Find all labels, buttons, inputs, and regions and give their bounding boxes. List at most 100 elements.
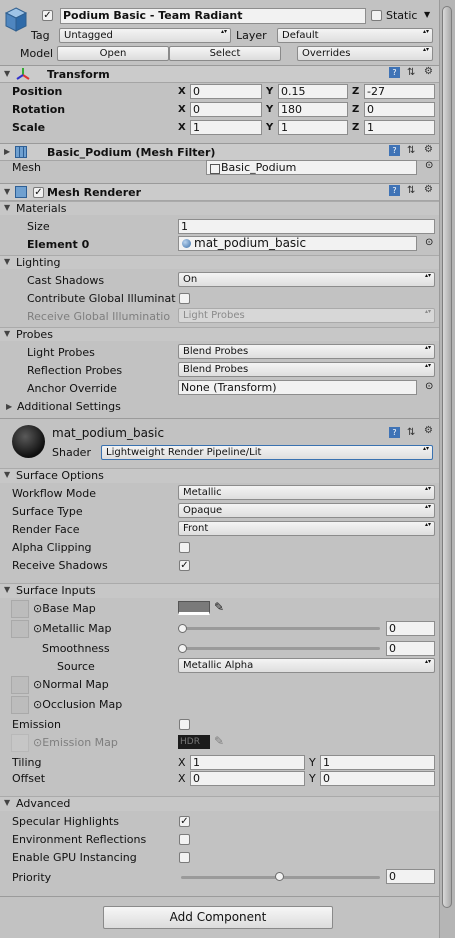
mesh-renderer-enabled-checkbox[interactable]: ✓ <box>33 187 44 198</box>
size-field[interactable]: 1 <box>178 219 435 234</box>
environment-reflections-label: Environment Reflections <box>12 833 147 846</box>
priority-value-field[interactable]: 0 <box>386 869 435 884</box>
occlusion-map-slot[interactable] <box>11 696 29 714</box>
mesh-label: Mesh <box>12 161 41 174</box>
fold-arrow-icon[interactable]: ▼ <box>4 329 10 338</box>
probes-foldout[interactable]: ▼ Probes <box>0 327 439 341</box>
additional-settings-fold-icon[interactable]: ▶ <box>6 402 12 411</box>
render-face-dropdown[interactable]: Front <box>178 521 435 536</box>
offset-x-field[interactable]: 0 <box>190 771 305 786</box>
eyedropper-icon[interactable]: ✎ <box>214 600 224 614</box>
gpu-instancing-checkbox[interactable] <box>179 852 190 863</box>
object-name-field[interactable]: Podium Basic - Team Radiant <box>60 8 366 24</box>
fold-arrow-icon[interactable]: ▼ <box>4 257 10 266</box>
select-button[interactable]: Select <box>169 46 281 61</box>
mesh-field[interactable]: Basic_Podium <box>206 160 417 175</box>
light-probes-dropdown[interactable]: Blend Probes <box>178 344 435 359</box>
surface-type-dropdown[interactable]: Opaque <box>178 503 435 518</box>
mesh-filter-header[interactable]: ▶ Basic_Podium (Mesh Filter) ? ⇅ ⚙ <box>0 143 439 161</box>
settings-gear-icon[interactable]: ⚙ <box>424 184 433 195</box>
settings-gear-icon[interactable]: ⚙ <box>424 66 433 77</box>
anchor-override-field[interactable]: None (Transform) <box>178 380 417 395</box>
object-picker-icon[interactable]: ⊙ <box>425 160 433 171</box>
preset-icon[interactable]: ⇅ <box>407 145 415 156</box>
tiling-y-field[interactable]: 1 <box>320 755 435 770</box>
fold-arrow-icon[interactable]: ▼ <box>4 470 10 479</box>
alpha-clipping-checkbox[interactable] <box>179 542 190 553</box>
surface-inputs-foldout[interactable]: ▼ Surface Inputs <box>0 583 439 598</box>
workflow-mode-dropdown[interactable]: Metallic <box>178 485 435 500</box>
static-dropdown-arrow-icon[interactable]: ▼ <box>424 10 430 19</box>
contribute-gi-checkbox[interactable] <box>179 293 190 304</box>
reflection-probes-dropdown[interactable]: Blend Probes <box>178 362 435 377</box>
open-button[interactable]: Open <box>57 46 169 61</box>
tiling-x-field[interactable]: 1 <box>190 755 305 770</box>
object-picker-icon[interactable]: ⊙ <box>425 381 433 392</box>
tag-label: Tag <box>31 29 50 42</box>
fold-arrow-icon[interactable]: ▼ <box>4 798 10 807</box>
scrollbar-thumb[interactable] <box>442 6 452 908</box>
settings-gear-icon[interactable]: ⚙ <box>424 425 433 436</box>
base-map-slot[interactable] <box>11 600 29 618</box>
fold-arrow-icon[interactable]: ▼ <box>4 69 10 78</box>
position-z-field[interactable]: -27 <box>364 84 435 99</box>
settings-gear-icon[interactable]: ⚙ <box>424 144 433 155</box>
emission-checkbox[interactable] <box>179 719 190 730</box>
position-x-field[interactable]: 0 <box>190 84 262 99</box>
environment-reflections-checkbox[interactable] <box>179 834 190 845</box>
fold-arrow-icon[interactable]: ▼ <box>4 203 10 212</box>
tiling-y-axis-label: Y <box>309 756 316 769</box>
mesh-renderer-header[interactable]: ▼ ✓ Mesh Renderer ? ⇅ ⚙ <box>0 183 439 201</box>
metallic-value-field[interactable]: 0 <box>386 621 435 636</box>
fold-arrow-icon[interactable]: ▶ <box>4 147 10 156</box>
rotation-x-field[interactable]: 0 <box>190 102 262 117</box>
preset-icon[interactable]: ⇅ <box>407 427 415 438</box>
shader-dropdown[interactable]: Lightweight Render Pipeline/Lit <box>101 445 433 460</box>
preset-icon[interactable]: ⇅ <box>407 67 415 78</box>
scale-z-field[interactable]: 1 <box>364 120 435 135</box>
fold-arrow-icon[interactable]: ▼ <box>4 585 10 594</box>
scale-x-field[interactable]: 1 <box>190 120 262 135</box>
normal-map-slot[interactable] <box>11 676 29 694</box>
overrides-dropdown[interactable]: Overrides <box>297 46 433 61</box>
metallic-slider-thumb[interactable] <box>178 624 187 633</box>
specular-highlights-checkbox[interactable]: ✓ <box>179 816 190 827</box>
preset-icon[interactable]: ⇅ <box>407 185 415 196</box>
position-y-field[interactable]: 0.15 <box>278 84 348 99</box>
surface-type-label: Surface Type <box>12 505 83 518</box>
offset-y-field[interactable]: 0 <box>320 771 435 786</box>
help-icon[interactable]: ? <box>389 145 400 156</box>
materials-foldout[interactable]: ▼ Materials <box>0 201 439 215</box>
base-color-swatch[interactable] <box>178 601 210 615</box>
additional-settings-label[interactable]: Additional Settings <box>17 400 121 413</box>
smoothness-slider-thumb[interactable] <box>178 644 187 653</box>
smoothness-value-field[interactable]: 0 <box>386 641 435 656</box>
scale-y-field[interactable]: 1 <box>278 120 348 135</box>
surface-options-foldout[interactable]: ▼ Surface Options <box>0 468 439 483</box>
priority-slider-thumb[interactable] <box>275 872 284 881</box>
lighting-foldout[interactable]: ▼ Lighting <box>0 255 439 269</box>
help-icon[interactable]: ? <box>389 427 400 438</box>
tag-dropdown[interactable]: Untagged <box>59 28 231 43</box>
metallic-map-slot[interactable] <box>11 620 29 638</box>
layer-dropdown[interactable]: Default <box>277 28 433 43</box>
receive-shadows-checkbox[interactable]: ✓ <box>179 560 190 571</box>
model-label: Model <box>20 47 54 60</box>
add-component-button[interactable]: Add Component <box>103 906 333 929</box>
scrollbar-track[interactable] <box>439 0 455 938</box>
element0-field[interactable]: mat_podium_basic <box>178 236 417 251</box>
help-icon[interactable]: ? <box>389 185 400 196</box>
help-icon[interactable]: ? <box>389 67 400 78</box>
rotation-y-field[interactable]: 180 <box>278 102 348 117</box>
metallic-slider-track[interactable] <box>181 627 380 630</box>
active-checkbox[interactable]: ✓ <box>42 10 53 21</box>
transform-header[interactable]: ▼ Transform ? ⇅ ⚙ <box>0 65 439 83</box>
rotation-z-field[interactable]: 0 <box>364 102 435 117</box>
advanced-foldout[interactable]: ▼ Advanced <box>0 796 439 811</box>
object-picker-icon[interactable]: ⊙ <box>425 237 433 248</box>
static-checkbox[interactable] <box>371 10 382 21</box>
source-dropdown[interactable]: Metallic Alpha <box>178 658 435 673</box>
fold-arrow-icon[interactable]: ▼ <box>4 187 10 196</box>
smoothness-slider-track[interactable] <box>181 647 380 650</box>
cast-shadows-dropdown[interactable]: On <box>178 272 435 287</box>
